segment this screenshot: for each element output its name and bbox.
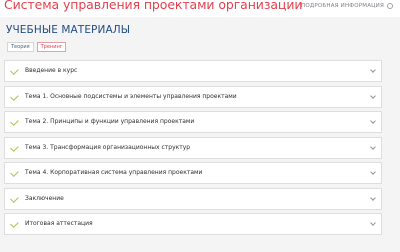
module-label: Тема 3. Трансформация организационных ст… <box>25 143 191 151</box>
tab-theory[interactable]: Теория <box>7 42 34 52</box>
module-label: Тема 4. Корпоративная система управления… <box>25 169 203 176</box>
section-title: УЧЕБНЫЕ МАТЕРИАЛЫ <box>6 24 131 36</box>
module-item-final-assessment[interactable]: Итоговая аттестация <box>4 213 382 235</box>
module-list: Введение в курс Тема 1. Основные подсист… <box>4 60 382 239</box>
top-bar: Система управления проектами организации… <box>0 0 400 17</box>
module-label: Итоговая аттестация <box>25 220 93 227</box>
chevron-down-icon[interactable] <box>370 220 376 226</box>
check-icon <box>10 117 19 126</box>
chevron-down-icon[interactable] <box>370 169 376 175</box>
tab-bar: Теория Тренинг <box>7 42 67 53</box>
info-icon[interactable] <box>387 3 393 9</box>
module-item-conclusion[interactable]: Заключение <box>4 187 382 210</box>
chevron-down-icon[interactable] <box>370 118 376 124</box>
check-icon <box>10 66 19 75</box>
module-item-topic-4[interactable]: Тема 4. Корпоративная система управления… <box>4 162 382 184</box>
more-info-link[interactable]: ПОДРОБНАЯ ИНФОРМАЦИЯ <box>301 3 384 9</box>
app-title: Система управления проектами организации <box>4 0 303 12</box>
module-item-topic-3[interactable]: Тема 3. Трансформация организационных ст… <box>4 136 382 159</box>
chevron-down-icon[interactable] <box>370 67 376 73</box>
check-icon <box>10 219 19 228</box>
chevron-down-icon[interactable] <box>370 143 376 150</box>
module-item-intro[interactable]: Введение в курс <box>4 60 382 82</box>
module-label: Введение в курс <box>25 67 78 74</box>
chevron-down-icon[interactable] <box>370 194 376 201</box>
tab-training[interactable]: Тренинг <box>36 42 67 52</box>
chevron-down-icon[interactable] <box>370 92 376 99</box>
check-icon <box>10 193 19 203</box>
module-label: Тема 2. Принципы и функции управления пр… <box>25 118 195 125</box>
check-icon <box>10 142 19 152</box>
check-icon <box>10 168 19 177</box>
module-item-topic-1[interactable]: Тема 1. Основные подсистемы и элементы у… <box>4 85 382 108</box>
module-label: Тема 1. Основные подсистемы и элементы у… <box>25 92 237 100</box>
check-icon <box>10 91 19 101</box>
module-label: Заключение <box>25 194 64 202</box>
module-item-topic-2[interactable]: Тема 2. Принципы и функции управления пр… <box>4 111 382 133</box>
